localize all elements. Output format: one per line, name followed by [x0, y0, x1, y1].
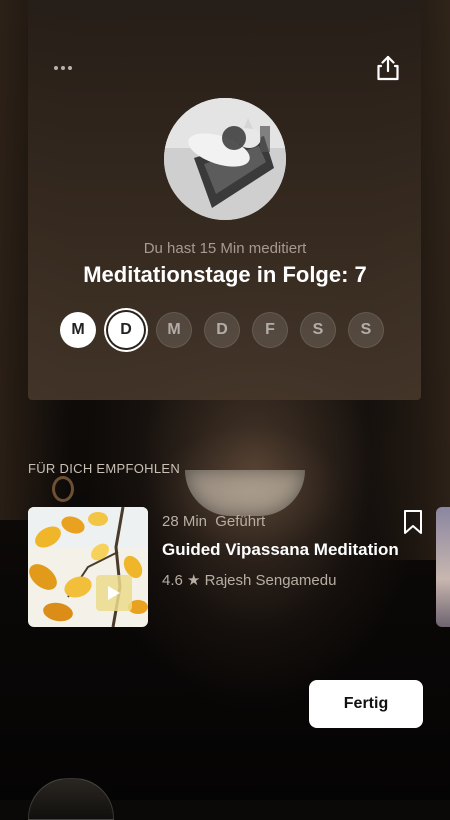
more-dots-icon[interactable]: [50, 58, 76, 78]
weekday-monday: M: [60, 312, 96, 348]
recommendation-duration: 28 Min: [162, 513, 208, 530]
bookmark-icon[interactable]: [402, 509, 424, 535]
recommendation-card[interactable]: 28 Min Geführt Guided Vipassana Meditati…: [28, 507, 423, 627]
share-upload-icon[interactable]: [372, 52, 404, 84]
done-button[interactable]: Fertig: [309, 680, 423, 728]
weekday-streak: M D M D F S S: [60, 312, 390, 350]
recommendation-title[interactable]: Guided Vipassana Meditation: [162, 540, 399, 560]
background-earring: [52, 476, 74, 502]
recommendation-thumbnail[interactable]: [28, 507, 148, 627]
streak-title: Meditationstage in Folge: 7: [83, 262, 367, 287]
weekday-friday: F: [252, 312, 288, 348]
section-recommended-label: FÜR DICH EMPFOHLEN: [28, 461, 181, 476]
weekday-sunday: S: [348, 312, 384, 348]
weekday-saturday: S: [300, 312, 336, 348]
recommendation-rating: 4.6: [162, 572, 183, 589]
star-icon: ★: [187, 572, 201, 589]
weekday-thursday: D: [204, 312, 240, 348]
session-image: [164, 98, 286, 220]
session-duration-text: Du hast 15 Min meditiert: [143, 240, 307, 257]
recommendation-rating-row: 4.6 ★ Rajesh Sengamedu: [162, 571, 336, 589]
recommendation-type: Geführt: [215, 513, 266, 530]
recommendation-meta: 28 Min Geführt: [162, 513, 265, 530]
next-recommendation-card[interactable]: [436, 507, 450, 627]
recommendation-author: Rajesh Sengamedu: [204, 572, 337, 589]
weekday-tuesday: D: [108, 312, 144, 348]
play-icon[interactable]: [96, 575, 132, 611]
weekday-wednesday: M: [156, 312, 192, 348]
